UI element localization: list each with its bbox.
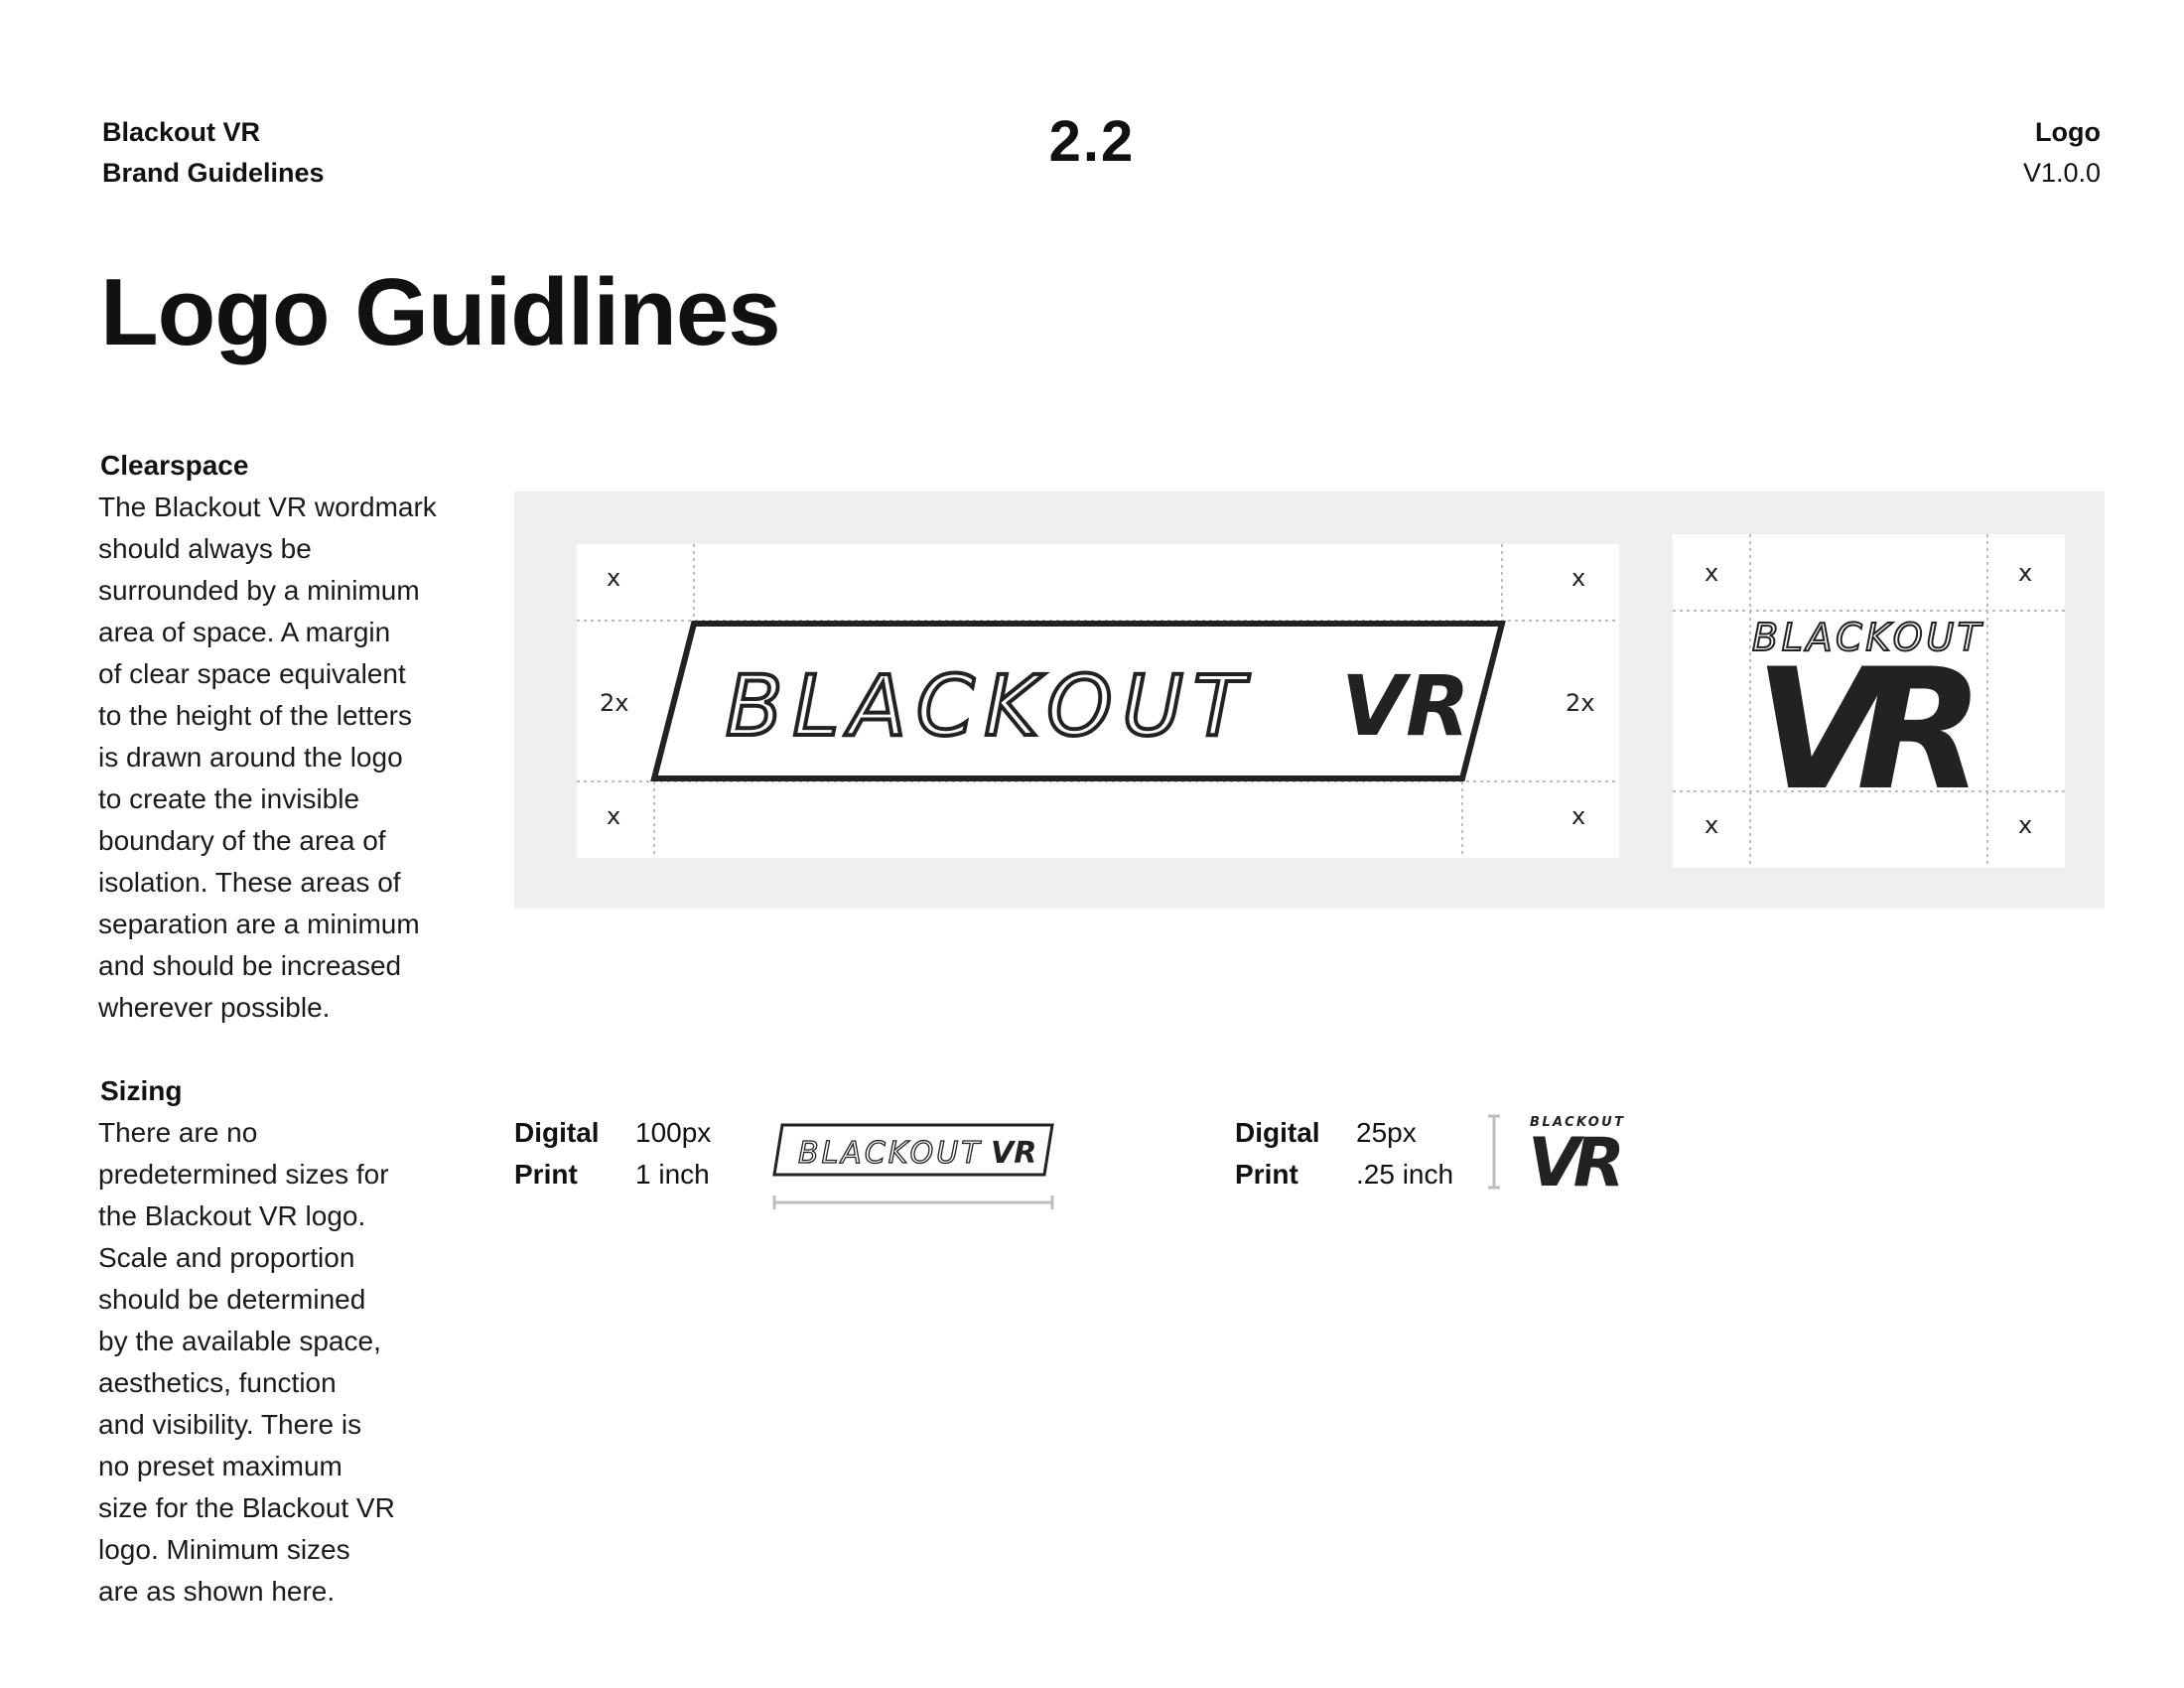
body-line: and visibility. There is	[98, 1409, 362, 1440]
body-line: surrounded by a minimum	[98, 575, 420, 606]
body-line: the Blackout VR logo.	[98, 1200, 366, 1231]
section-name: Logo	[2035, 117, 2101, 147]
body-line: area of space. A margin	[98, 617, 391, 647]
body-line: are as shown here.	[98, 1576, 336, 1607]
horizontal-clearspace-diagram: BLACKOUT VR x x 2x 2x x x	[577, 544, 1619, 858]
clearspace-marker: 2x	[600, 689, 628, 717]
logo-vr: VR	[1341, 657, 1470, 755]
horizontal-size-labels: Digital Print	[514, 1112, 600, 1196]
clearspace-marker: x	[1571, 802, 1585, 830]
body-line: is drawn around the logo	[98, 742, 403, 773]
horizontal-logo-card: BLACKOUT VR x x 2x 2x x x	[577, 544, 1619, 858]
body-line: should be determined	[98, 1284, 366, 1315]
clearspace-marker: x	[607, 564, 620, 592]
version-label: V1.0.0	[2022, 158, 2101, 188]
stacked-logo-minimum: BLACKOUT VR	[1488, 1114, 1625, 1192]
brand-subtitle: Brand Guidelines	[102, 158, 325, 188]
body-line: Scale and proportion	[98, 1242, 355, 1273]
stacked-size-labels: Digital Print	[1235, 1112, 1320, 1196]
clearspace-marker: 2x	[1566, 689, 1594, 717]
body-line: isolation. These areas of	[98, 867, 401, 898]
body-line: wherever possible.	[98, 992, 331, 1023]
section-number: 2.2	[1048, 109, 1136, 174]
body-line: logo. Minimum sizes	[98, 1534, 350, 1565]
mini-stacked-vr: VR	[1528, 1124, 1625, 1192]
clearspace-marker: x	[1705, 811, 1718, 839]
body-line: of clear space equivalent	[98, 658, 406, 689]
print-value: 1 inch	[635, 1159, 710, 1190]
stacked-logo-card: BLACKOUT VR x x x x	[1673, 534, 2065, 868]
body-line: no preset maximum	[98, 1451, 342, 1481]
sizing-body: There are no predetermined sizes for the…	[98, 1112, 456, 1613]
clearspace-body: The Blackout VR wordmark should always b…	[98, 487, 456, 1029]
stacked-vr: VR	[1754, 633, 1984, 827]
body-line: predetermined sizes for	[98, 1159, 389, 1190]
body-line: size for the Blackout VR	[98, 1492, 395, 1523]
clearspace-heading: Clearspace	[100, 450, 249, 481]
body-line: The Blackout VR wordmark	[98, 492, 437, 522]
body-line: aesthetics, function	[98, 1367, 337, 1398]
brand-name: Blackout VR	[102, 117, 261, 147]
digital-value: 25px	[1356, 1117, 1417, 1148]
body-line: to the height of the letters	[98, 700, 412, 731]
stacked-clearspace-diagram: BLACKOUT VR x x x x	[1673, 534, 2065, 868]
clearspace-marker: x	[1571, 564, 1585, 592]
body-line: to create the invisible	[98, 783, 360, 814]
body-line: should always be	[98, 533, 312, 564]
logo-wordmark: BLACKOUT	[726, 657, 1254, 755]
digital-label: Digital	[1235, 1117, 1320, 1148]
body-line: separation are a minimum	[98, 909, 420, 939]
page-title: Logo Guidlines	[100, 259, 781, 365]
mini-vr: VR	[991, 1136, 1036, 1171]
horizontal-logo-minimum: BLACKOUT VR	[772, 1123, 1054, 1209]
stacked-size-values: 25px .25 inch	[1356, 1112, 1453, 1196]
clearspace-marker: x	[2018, 559, 2032, 587]
print-label: Print	[514, 1159, 578, 1190]
sizing-heading: Sizing	[100, 1075, 183, 1106]
clearspace-marker: x	[607, 802, 620, 830]
body-line: by the available space,	[98, 1326, 381, 1356]
horizontal-size-values: 100px 1 inch	[635, 1112, 711, 1196]
body-line: boundary of the area of	[98, 825, 386, 856]
clearspace-marker: x	[2018, 811, 2032, 839]
digital-value: 100px	[635, 1117, 712, 1148]
body-line: There are no	[98, 1117, 258, 1148]
brand-block: Blackout VR Brand Guidelines	[102, 112, 325, 194]
mini-wordmark: BLACKOUT	[798, 1136, 983, 1171]
clearspace-marker: x	[1705, 559, 1718, 587]
body-line: and should be increased	[98, 950, 402, 981]
section-info: Logo V1.0.0	[2023, 112, 2101, 194]
print-label: Print	[1235, 1159, 1298, 1190]
print-value: .25 inch	[1356, 1159, 1454, 1190]
digital-label: Digital	[514, 1117, 600, 1148]
